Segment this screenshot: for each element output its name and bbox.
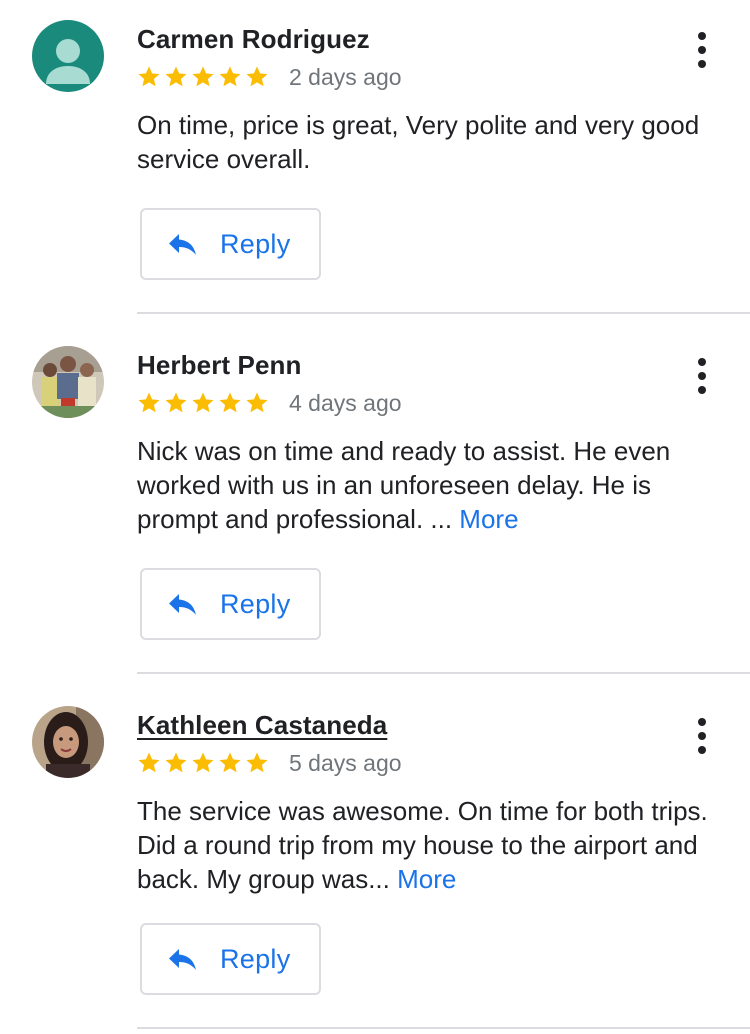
reviewer-name[interactable]: Carmen Rodriguez <box>137 24 370 55</box>
review-text: The service was awesome. On time for bot… <box>137 794 727 896</box>
reply-arrow-icon <box>169 234 196 255</box>
reviewer-name[interactable]: Kathleen Castaneda <box>137 710 387 741</box>
review-text: On time, price is great, Very polite and… <box>137 108 727 176</box>
star-icon <box>165 66 187 87</box>
review-date: 4 days ago <box>289 389 402 416</box>
star-icon <box>192 752 214 773</box>
star-icon <box>138 752 160 773</box>
star-icon <box>165 752 187 773</box>
reviewer-name[interactable]: Herbert Penn <box>137 350 301 381</box>
star-icon <box>138 392 160 413</box>
review-text-body: Nick was on time and ready to assist. He… <box>137 436 671 534</box>
star-icon <box>219 752 241 773</box>
star-icon <box>192 66 214 87</box>
star-icon <box>246 392 268 413</box>
star-icon <box>165 392 187 413</box>
divider <box>137 1027 750 1029</box>
reply-label: Reply <box>220 588 291 619</box>
star-rating <box>137 65 269 89</box>
more-link[interactable]: More <box>459 504 518 534</box>
default-person-avatar-icon[interactable] <box>32 20 104 92</box>
reply-button[interactable]: Reply <box>140 568 321 640</box>
star-icon <box>192 392 214 413</box>
more-link[interactable]: More <box>397 864 456 894</box>
portrait-photo-avatar[interactable] <box>32 706 104 778</box>
more-options-icon[interactable] <box>690 356 714 396</box>
review-date: 2 days ago <box>289 63 402 90</box>
star-rating <box>137 751 269 775</box>
star-icon <box>219 66 241 87</box>
reply-button[interactable]: Reply <box>140 208 321 280</box>
rating-row: 5 days ago <box>137 748 402 778</box>
reply-arrow-icon <box>169 594 196 615</box>
group-photo-avatar[interactable] <box>32 346 104 418</box>
star-rating <box>137 391 269 415</box>
rating-row: 2 days ago <box>137 62 402 92</box>
reply-label: Reply <box>220 943 291 974</box>
rating-row: 4 days ago <box>137 388 402 418</box>
star-icon <box>246 752 268 773</box>
divider <box>137 672 750 674</box>
more-options-icon[interactable] <box>690 30 714 70</box>
reply-arrow-icon <box>169 949 196 970</box>
reply-button[interactable]: Reply <box>140 923 321 995</box>
star-icon <box>138 66 160 87</box>
divider <box>137 312 750 314</box>
more-options-icon[interactable] <box>690 716 714 756</box>
review-text: Nick was on time and ready to assist. He… <box>137 434 727 536</box>
star-icon <box>219 392 241 413</box>
review-text-body: On time, price is great, Very polite and… <box>137 110 700 174</box>
review-date: 5 days ago <box>289 749 402 776</box>
reply-label: Reply <box>220 228 291 259</box>
star-icon <box>246 66 268 87</box>
